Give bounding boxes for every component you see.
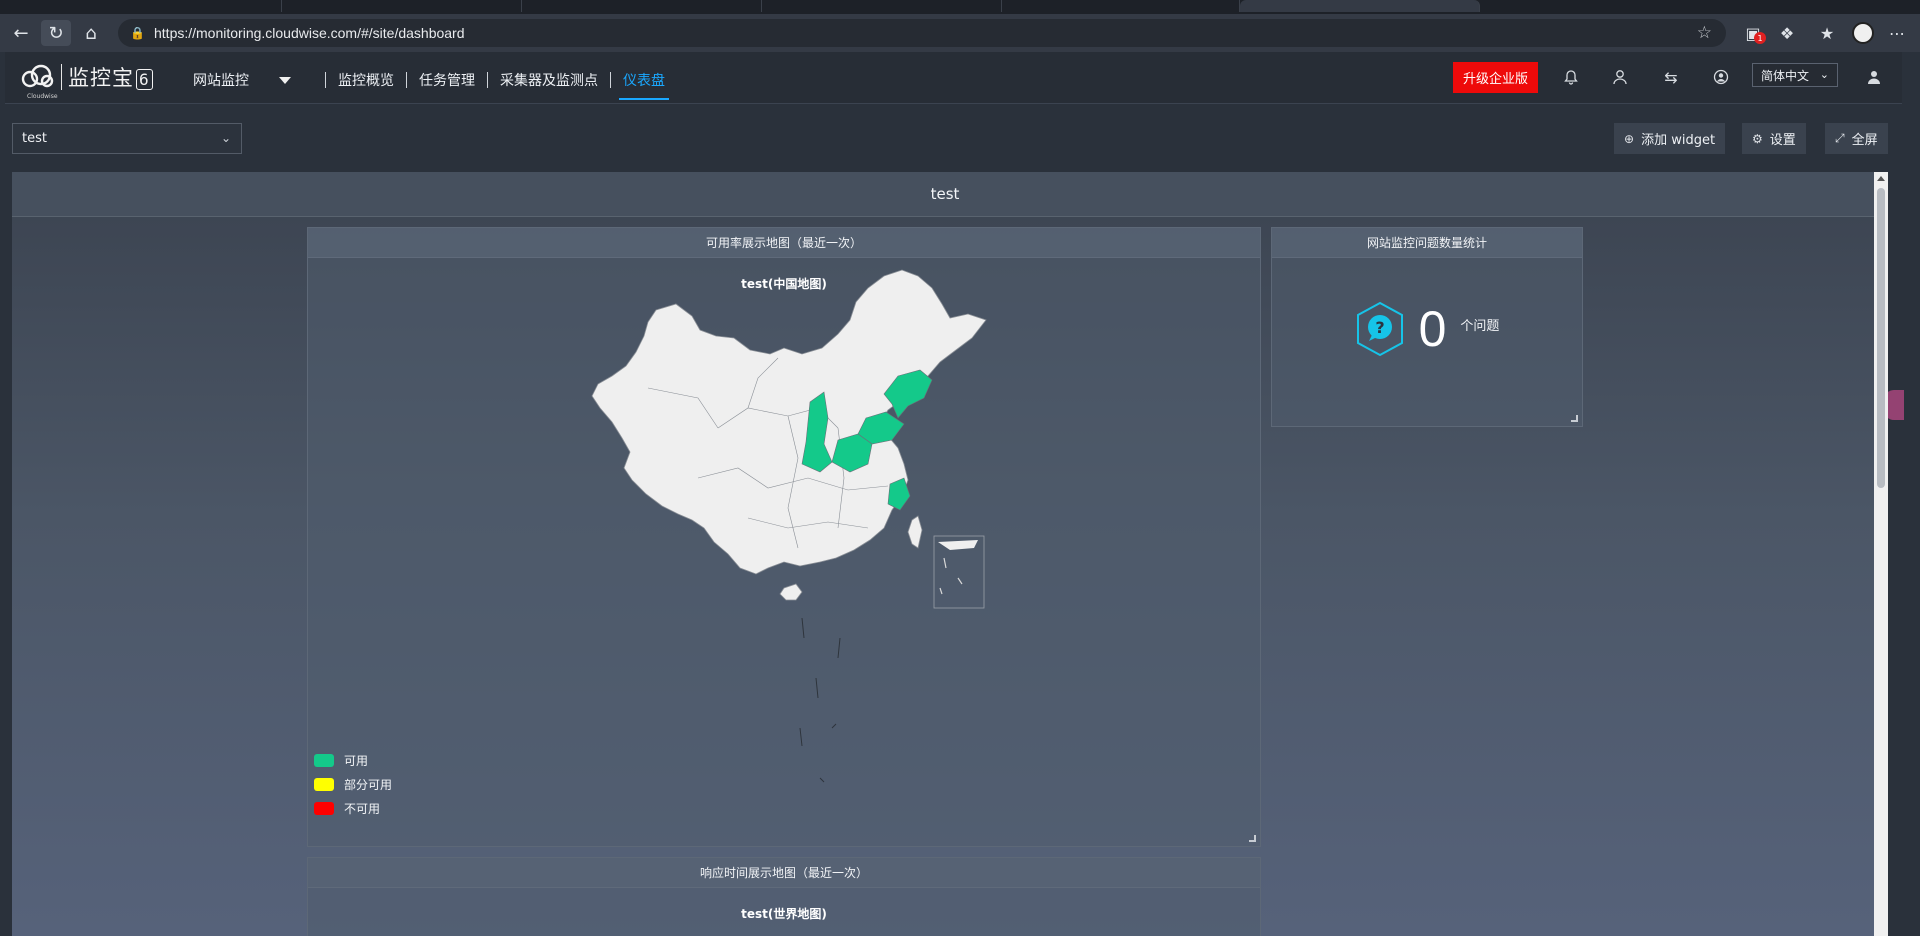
dashboard-toolbar: test ⌄ ⊕ 添加 widget ⚙ 设置 ⤢ 全屏 bbox=[5, 105, 1902, 171]
brand-name: 监控宝 6 bbox=[68, 62, 153, 92]
legend-swatch bbox=[314, 801, 334, 815]
legend-item-unavailable[interactable]: 不可用 bbox=[314, 796, 392, 820]
users-icon[interactable] bbox=[1610, 66, 1632, 88]
browser-tab-strip bbox=[0, 0, 1920, 14]
extensions-puzzle-icon[interactable]: ❖ bbox=[1774, 21, 1800, 45]
browser-tab[interactable] bbox=[282, 0, 522, 12]
address-bar[interactable]: 🔒 https://monitoring.cloudwise.com/#/sit… bbox=[118, 19, 1726, 47]
browser-tab[interactable] bbox=[762, 0, 1002, 12]
issue-count-widget[interactable]: 网站监控问题数量统计 ? 0 个问题 bbox=[1271, 227, 1583, 427]
legend-swatch bbox=[314, 753, 334, 767]
map-region bbox=[591, 269, 987, 575]
browser-tab-active[interactable] bbox=[1240, 0, 1480, 12]
extension-badge: 1 bbox=[1754, 32, 1766, 44]
language-select[interactable]: 简体中文 ⌄ bbox=[1752, 63, 1838, 87]
dashboard-title: test bbox=[12, 172, 1878, 217]
svg-text:?: ? bbox=[1375, 318, 1384, 337]
scrollbar-thumb[interactable] bbox=[1877, 188, 1885, 488]
favorites-icon[interactable]: ★ bbox=[1814, 21, 1840, 45]
dashboard-select-value: test bbox=[22, 131, 47, 146]
issue-count-unit: 个问题 bbox=[1460, 318, 1500, 334]
map-region bbox=[907, 515, 923, 549]
chevron-down-icon: ⌄ bbox=[1819, 68, 1829, 81]
widget-title: 响应时间展示地图（最近一次） bbox=[308, 858, 1260, 888]
back-icon[interactable]: ← bbox=[6, 20, 36, 46]
language-value: 简体中文 bbox=[1761, 68, 1810, 83]
fullscreen-button[interactable]: ⤢ 全屏 bbox=[1825, 123, 1888, 154]
chevron-down-icon: ⌄ bbox=[220, 131, 231, 145]
resize-handle[interactable] bbox=[1571, 415, 1578, 422]
profile-avatar[interactable] bbox=[1850, 21, 1876, 45]
widget-title: 可用率展示地图（最近一次） bbox=[308, 228, 1260, 258]
browser-tab[interactable] bbox=[0, 0, 282, 12]
plus-circle-icon: ⊕ bbox=[1624, 131, 1635, 146]
widget-title: 网站监控问题数量统计 bbox=[1272, 228, 1582, 258]
switch-icon[interactable]: ⇆ bbox=[1660, 66, 1682, 88]
product-menu[interactable]: 网站监控 bbox=[193, 70, 249, 90]
dashboard-select[interactable]: test ⌄ bbox=[12, 123, 242, 154]
browser-toolbar: ← ↻ ⌂ 🔒 https://monitoring.cloudwise.com… bbox=[0, 14, 1920, 52]
bell-icon[interactable] bbox=[1560, 66, 1582, 88]
nav-task-management[interactable]: 任务管理 bbox=[419, 70, 475, 90]
legend-item-partial[interactable]: 部分可用 bbox=[314, 772, 392, 796]
more-menu-icon[interactable]: ⋯ bbox=[1884, 21, 1910, 45]
response-time-map-widget[interactable]: 响应时间展示地图（最近一次） test(世界地图) bbox=[307, 857, 1261, 936]
add-widget-button[interactable]: ⊕ 添加 widget bbox=[1614, 123, 1726, 154]
upgrade-button[interactable]: 升级企业版 bbox=[1453, 62, 1538, 93]
extension-icon[interactable]: ▣ 1 bbox=[1740, 21, 1766, 45]
logo-subtext: Cloudwise bbox=[27, 93, 58, 100]
gear-icon: ⚙ bbox=[1752, 131, 1763, 146]
home-icon[interactable]: ⌂ bbox=[76, 20, 106, 46]
dashboard-canvas: test 可用率展示地图（最近一次） test(中国地图) 可用 部分可用 不可… bbox=[12, 172, 1904, 936]
browser-tab[interactable] bbox=[522, 0, 762, 12]
nav-overview[interactable]: 监控概览 bbox=[338, 70, 394, 90]
favorite-star-icon[interactable]: ☆ bbox=[1697, 23, 1712, 43]
map-title: test(世界地图) bbox=[741, 907, 827, 921]
question-hexagon-icon: ? bbox=[1356, 301, 1403, 357]
settings-button[interactable]: ⚙ 设置 bbox=[1742, 123, 1806, 154]
map-legend: 可用 部分可用 不可用 bbox=[314, 748, 392, 820]
legend-swatch bbox=[314, 777, 334, 791]
nav-collectors[interactable]: 采集器及监测点 bbox=[500, 70, 598, 90]
expand-icon: ⤢ bbox=[1835, 131, 1845, 145]
chevron-down-icon[interactable] bbox=[279, 76, 291, 84]
scroll-up-icon[interactable] bbox=[1877, 176, 1885, 181]
user-profile-icon[interactable] bbox=[1863, 66, 1885, 88]
lock-icon: 🔒 bbox=[130, 26, 145, 40]
logo[interactable]: 监控宝 6 bbox=[19, 62, 153, 92]
browser-tab[interactable] bbox=[1002, 0, 1240, 12]
resize-handle[interactable] bbox=[1249, 835, 1256, 842]
page-scrollbar[interactable] bbox=[1874, 172, 1888, 936]
url-text: https://monitoring.cloudwise.com/#/site/… bbox=[154, 25, 465, 41]
app-header: 监控宝 6 Cloudwise 网站监控 监控概览 任务管理 采集器及监测点 仪表… bbox=[5, 52, 1902, 104]
availability-map-widget[interactable]: 可用率展示地图（最近一次） test(中国地图) 可用 部分可用 不可用 bbox=[307, 227, 1261, 847]
map-region bbox=[779, 583, 803, 601]
issue-count: 0 bbox=[1418, 301, 1447, 357]
reload-icon[interactable]: ↻ bbox=[41, 20, 71, 46]
nav-dashboard[interactable]: 仪表盘 bbox=[619, 70, 669, 100]
account-icon[interactable] bbox=[1710, 66, 1732, 88]
cloud-logo-icon bbox=[21, 64, 54, 88]
legend-item-available[interactable]: 可用 bbox=[314, 748, 392, 772]
main-menu: 网站监控 监控概览 任务管理 采集器及监测点 仪表盘 bbox=[193, 70, 669, 100]
china-map[interactable] bbox=[588, 258, 1028, 818]
